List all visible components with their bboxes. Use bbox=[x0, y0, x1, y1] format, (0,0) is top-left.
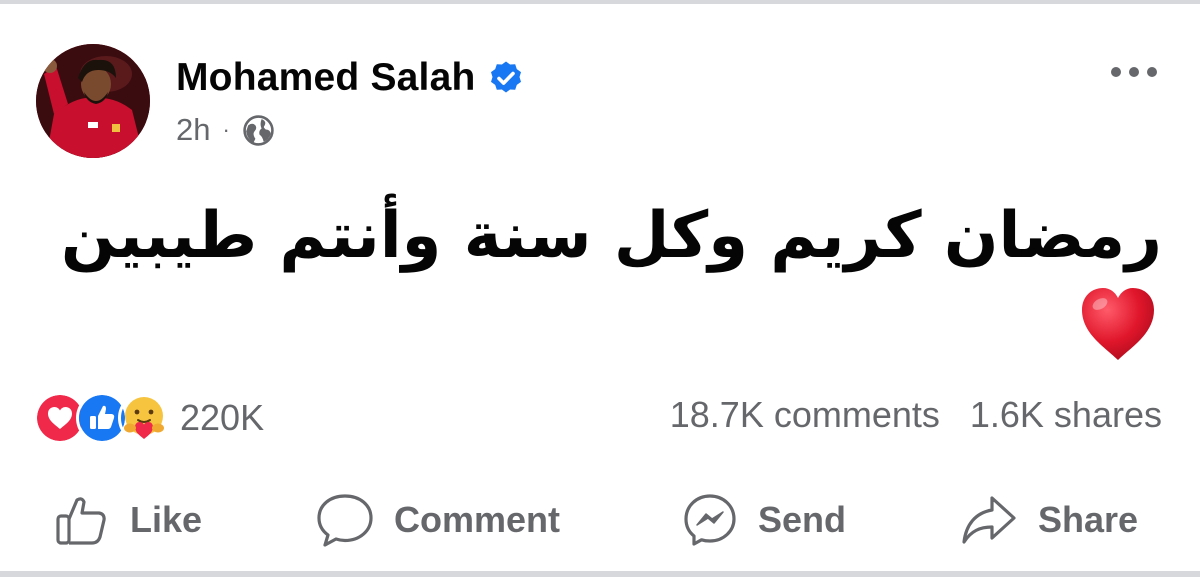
reactions-count[interactable]: 220K bbox=[180, 397, 264, 439]
send-label: Send bbox=[758, 499, 847, 540]
comment-button[interactable]: Comment bbox=[316, 488, 560, 552]
share-button[interactable]: Share bbox=[960, 488, 1138, 552]
post-text: رمضان كريم وكل سنة وأنتم طيبين bbox=[60, 199, 1162, 273]
post-card: Mohamed Salah 2h · رمضان كريم وكل سنة وأ… bbox=[0, 4, 1200, 571]
share-arrow-icon bbox=[962, 496, 1016, 544]
post-meta: 2h · bbox=[176, 112, 275, 148]
send-button[interactable]: Send bbox=[682, 488, 846, 552]
thumbs-up-icon bbox=[56, 497, 106, 545]
meta-separator: · bbox=[222, 117, 230, 142]
author-name[interactable]: Mohamed Salah bbox=[176, 56, 476, 100]
care-reaction-icon bbox=[118, 392, 170, 444]
shares-count[interactable]: 1.6K shares bbox=[970, 394, 1162, 436]
like-button[interactable]: Like bbox=[54, 488, 202, 552]
comments-count[interactable]: 18.7K comments bbox=[670, 394, 940, 436]
action-bar: Like Comment Send Share bbox=[0, 488, 1200, 552]
comment-label: Comment bbox=[394, 499, 561, 540]
reactions-summary[interactable]: 220K bbox=[34, 392, 264, 444]
globe-icon bbox=[243, 114, 274, 146]
engagement-counts: 18.7K comments 1.6K shares bbox=[670, 394, 1162, 436]
author-avatar[interactable] bbox=[36, 44, 150, 158]
share-label: Share bbox=[1038, 499, 1139, 540]
red-heart-emoji-icon bbox=[1082, 288, 1154, 360]
comment-bubble-icon bbox=[317, 494, 373, 547]
messenger-icon bbox=[684, 494, 736, 546]
post-time[interactable]: 2h bbox=[176, 112, 210, 148]
verified-badge-icon bbox=[490, 61, 521, 93]
author-name-row: Mohamed Salah bbox=[176, 56, 524, 100]
more-options-icon[interactable] bbox=[1108, 64, 1160, 80]
like-label: Like bbox=[130, 499, 203, 540]
